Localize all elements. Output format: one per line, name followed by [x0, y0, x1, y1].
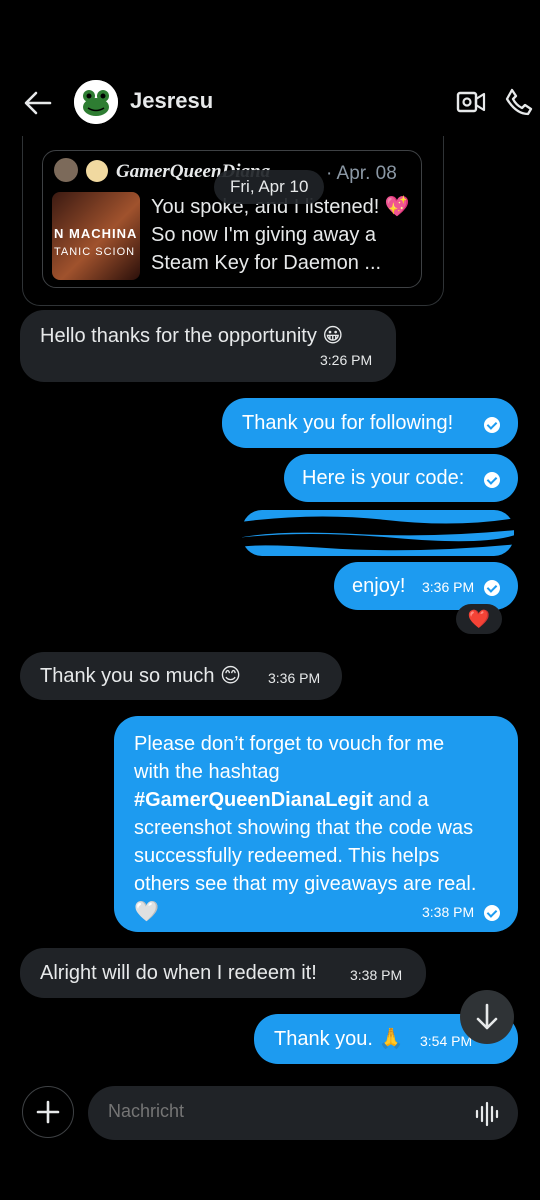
message-bubble-incoming[interactable]: Thank you so much 😊 3:36 PM	[20, 652, 342, 700]
message-time: 3:26 PM	[320, 352, 373, 368]
message-bubble-incoming[interactable]: Hello thanks for the opportunity 😀 3:26 …	[20, 310, 396, 382]
message-text: Thank you for following!	[242, 412, 454, 434]
phone-call-button[interactable]	[504, 87, 534, 117]
scroll-to-bottom-button[interactable]	[460, 990, 514, 1044]
voice-wave-icon	[475, 1101, 499, 1127]
message-text: Please don’t forget to vouch for me with…	[134, 733, 477, 923]
message-text: Here is your code:	[302, 467, 465, 489]
message-text: Alright will do when I redeem it!	[40, 962, 317, 984]
message-text: Hello thanks for the opportunity 😀	[40, 325, 344, 347]
back-button[interactable]	[22, 88, 54, 118]
voice-message-button[interactable]	[474, 1101, 500, 1127]
post-author-avatar	[54, 158, 78, 182]
message-input[interactable]	[108, 1101, 438, 1122]
message-time: 3:36 PM	[422, 579, 475, 595]
arrow-down-icon	[476, 1003, 498, 1030]
message-text: Thank you. 🙏	[274, 1028, 404, 1050]
plus-icon	[36, 1100, 60, 1124]
date-separator: Fri, Apr 10	[214, 170, 325, 204]
post-text: You spoke, and I listened! 💖 So now I'm …	[151, 196, 410, 274]
message-bubble-outgoing[interactable]: Please don’t forget to vouch for me with…	[114, 716, 518, 932]
message-time: 3:36 PM	[268, 670, 321, 686]
conversation-title[interactable]: Jesresu	[130, 88, 213, 114]
moon-badge-icon	[86, 160, 108, 182]
read-check-icon	[484, 905, 500, 921]
video-call-icon	[456, 91, 486, 113]
thumbnail-subtitle: TANIC SCION	[54, 246, 136, 258]
message-text: Thank you so much 😊	[40, 665, 241, 687]
read-check-icon	[484, 417, 500, 433]
post-date: · Apr. 08	[326, 163, 397, 184]
add-attachment-button[interactable]	[22, 1086, 74, 1138]
message-time: 3:38 PM	[422, 904, 475, 920]
arrow-left-icon	[24, 91, 52, 115]
heart-reaction[interactable]: ❤️	[456, 604, 502, 634]
message-text: enjoy!	[352, 575, 406, 597]
video-call-button[interactable]	[456, 89, 486, 115]
avatar[interactable]	[74, 80, 118, 124]
message-time: 3:38 PM	[350, 967, 403, 983]
message-bubble-outgoing[interactable]: enjoy! 3:36 PM	[334, 562, 518, 610]
frog-avatar-icon	[74, 80, 118, 124]
hashtag-link[interactable]: #GamerQueenDianaLegit	[134, 789, 373, 811]
read-check-icon	[484, 580, 500, 596]
redaction-scribble	[236, 510, 518, 556]
message-bubble-outgoing[interactable]: Here is your code:	[284, 454, 518, 502]
phone-icon	[505, 88, 533, 116]
redacted-code-bubble[interactable]	[236, 508, 518, 558]
read-check-icon	[484, 472, 500, 488]
message-bubble-incoming[interactable]: Alright will do when I redeem it! 3:38 P…	[20, 948, 426, 998]
thumbnail-title: N MACHINA	[54, 226, 138, 241]
message-bubble-outgoing[interactable]: Thank you for following!	[222, 398, 518, 448]
